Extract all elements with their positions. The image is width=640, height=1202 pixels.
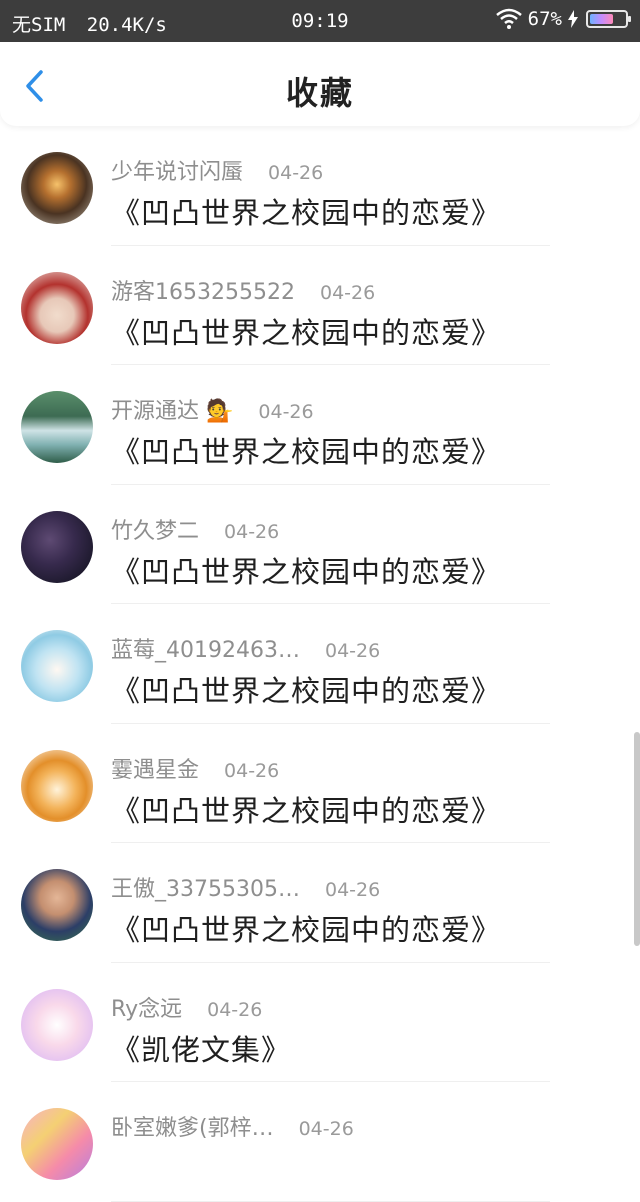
post-date: 04-26	[319, 281, 376, 304]
scrollbar[interactable]	[634, 732, 640, 946]
item-meta: 霎遇星金 04-26	[111, 752, 279, 784]
list-item[interactable]: 开源通达 💁 04-26 《凹凸世界之校园中的恋爱》	[0, 365, 640, 485]
post-date: 04-26	[224, 759, 280, 782]
item-meta: Ry念远 04-26	[111, 991, 262, 1023]
username[interactable]: 开源通达 💁	[111, 399, 233, 424]
charging-bolt-icon	[568, 10, 578, 28]
username[interactable]: 竹久梦二	[111, 519, 199, 544]
post-date: 04-26	[324, 640, 381, 662]
list-item[interactable]: Ry念远 04-26 《凯佬文集》	[0, 963, 640, 1082]
work-title[interactable]: 《凹凸世界之校园中的恋爱》	[111, 429, 501, 471]
work-title[interactable]: 《凹凸世界之校园中的恋爱》	[111, 668, 501, 710]
work-title[interactable]: 《凹凸世界之校园中的恋爱》	[111, 310, 501, 352]
list-item[interactable]: 霎遇星金 04-26 《凹凸世界之校园中的恋爱》	[0, 724, 640, 843]
avatar[interactable]	[21, 988, 93, 1061]
item-meta: 竹久梦二 04-26	[111, 513, 279, 545]
list-item[interactable]: 卧室嫩爹(郭梓… 04-26	[0, 1082, 640, 1202]
post-date: 04-26	[258, 401, 314, 423]
list-item[interactable]: 蓝莓_40192463… 04-26 《凹凸世界之校园中的恋爱》	[0, 604, 640, 724]
username[interactable]: 卧室嫩爹(郭梓…	[111, 1116, 274, 1141]
battery-fill	[590, 14, 613, 24]
divider	[111, 1200, 550, 1202]
avatar[interactable]	[21, 271, 93, 344]
status-bar: 无SIM 20.4K/s 09:19 67%	[0, 0, 640, 42]
work-title[interactable]: 《凹凸世界之校园中的恋爱》	[111, 190, 501, 232]
username[interactable]: 游客1653255522	[111, 280, 295, 305]
post-date: 04-26	[324, 879, 381, 901]
list-item[interactable]: 竹久梦二 04-26 《凹凸世界之校园中的恋爱》	[0, 485, 640, 604]
post-date: 04-26	[298, 1118, 354, 1140]
username[interactable]: 少年说讨闪蜃	[111, 160, 243, 185]
post-date: 04-26	[207, 998, 263, 1021]
favorites-list: 少年说讨闪蜃 04-26 《凹凸世界之校园中的恋爱》 游客1653255522 …	[0, 126, 640, 1202]
username[interactable]: 霎遇星金	[111, 758, 199, 783]
avatar[interactable]	[21, 152, 93, 224]
username[interactable]: 王傲_33755305…	[111, 877, 300, 902]
work-title[interactable]: 《凹凸世界之校园中的恋爱》	[111, 549, 501, 591]
username[interactable]: 蓝莓_40192463…	[111, 638, 300, 663]
list-item[interactable]: 游客1653255522 04-26 《凹凸世界之校园中的恋爱》	[0, 246, 640, 365]
status-right: 67%	[495, 8, 631, 30]
nav-bar: 收藏	[0, 42, 640, 126]
work-title[interactable]: 《凹凸世界之校园中的恋爱》	[111, 788, 501, 830]
item-meta: 卧室嫩爹(郭梓… 04-26	[111, 1110, 354, 1142]
wifi-icon	[495, 8, 522, 29]
avatar[interactable]	[21, 869, 93, 941]
battery-icon	[586, 10, 631, 28]
item-meta: 少年说讨闪蜃 04-26	[111, 154, 323, 186]
work-title[interactable]: 《凹凸世界之校园中的恋爱》	[111, 907, 501, 949]
username[interactable]: Ry念远	[111, 997, 182, 1022]
post-date: 04-26	[224, 520, 280, 543]
work-title[interactable]: 《凯佬文集》	[111, 1027, 291, 1069]
list-item[interactable]: 王傲_33755305… 04-26 《凹凸世界之校园中的恋爱》	[0, 843, 640, 963]
avatar[interactable]	[21, 1108, 93, 1180]
item-meta: 开源通达 💁 04-26	[111, 393, 314, 425]
list-item[interactable]: 少年说讨闪蜃 04-26 《凹凸世界之校园中的恋爱》	[0, 126, 640, 246]
avatar[interactable]	[21, 510, 93, 583]
battery-percent: 67%	[527, 8, 562, 30]
item-meta: 蓝莓_40192463… 04-26	[111, 632, 380, 664]
item-meta: 游客1653255522 04-26	[111, 274, 375, 306]
page-title: 收藏	[285, 74, 354, 112]
avatar[interactable]	[21, 630, 93, 702]
item-meta: 王傲_33755305… 04-26	[111, 871, 380, 903]
avatar[interactable]	[21, 749, 93, 822]
avatar[interactable]	[21, 391, 93, 463]
post-date: 04-26	[268, 162, 324, 184]
